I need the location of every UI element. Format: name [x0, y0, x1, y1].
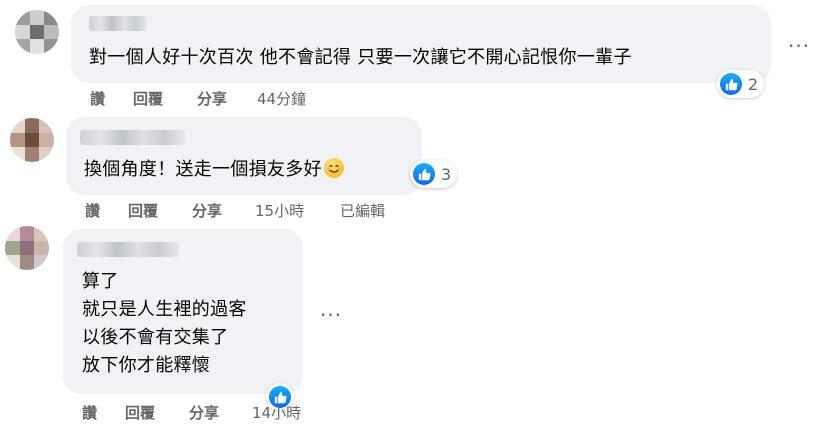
commenter-name[interactable]	[77, 242, 179, 257]
like-action[interactable]: 讚	[82, 402, 97, 423]
comment-line: 以後不會有交集了	[82, 327, 229, 348]
comment-line: 算了	[82, 271, 119, 292]
commenter-name[interactable]	[89, 16, 147, 31]
more-options-button[interactable]: ···	[788, 36, 810, 56]
like-icon	[720, 73, 742, 95]
comment-bubble: 算了 就只是人生裡的過客 以後不會有交集了 放下你才能釋懷	[63, 229, 303, 394]
reply-action[interactable]: 回覆	[125, 402, 155, 423]
comment-bubble: 對一個人好十次百次 他不會記得 只要一次讓它不開心記恨你一輩子	[71, 5, 771, 83]
like-action[interactable]: 讚	[90, 88, 105, 109]
reply-action[interactable]: 回覆	[128, 200, 158, 221]
comment-text: 換個角度！送走一個損友多好	[84, 157, 344, 183]
avatar[interactable]	[10, 118, 54, 162]
comment-line: 就只是人生裡的過客	[82, 299, 247, 320]
reaction-count-badge[interactable]: 2	[717, 70, 765, 98]
reply-action[interactable]: 回覆	[133, 88, 163, 109]
share-action[interactable]: 分享	[189, 402, 219, 423]
more-options-button[interactable]: ···	[320, 305, 342, 325]
reaction-count-badge[interactable]: 3	[410, 160, 458, 188]
commenter-name[interactable]	[80, 130, 185, 145]
like-action[interactable]: 讚	[85, 200, 100, 221]
edited-label: 已編輯	[340, 202, 386, 220]
timestamp[interactable]: 44分鐘	[257, 88, 306, 109]
timestamp[interactable]: 14小時	[252, 402, 301, 423]
timestamp[interactable]: 15小時	[255, 200, 304, 221]
like-icon	[413, 163, 435, 185]
smiling-face-emoji-icon	[323, 158, 344, 178]
share-action[interactable]: 分享	[192, 200, 222, 221]
comment-text-content: 換個角度！送走一個損友多好	[84, 159, 322, 180]
comment-bubble: 換個角度！送走一個損友多好	[66, 117, 422, 195]
comment-line: 放下你才能釋懷	[82, 355, 211, 376]
comment-text: 對一個人好十次百次 他不會記得 只要一次讓它不開心記恨你一輩子	[89, 47, 632, 68]
avatar[interactable]	[15, 10, 59, 54]
avatar[interactable]	[5, 226, 49, 270]
like-count: 2	[748, 74, 759, 94]
like-count: 3	[441, 164, 452, 184]
share-action[interactable]: 分享	[197, 88, 227, 109]
